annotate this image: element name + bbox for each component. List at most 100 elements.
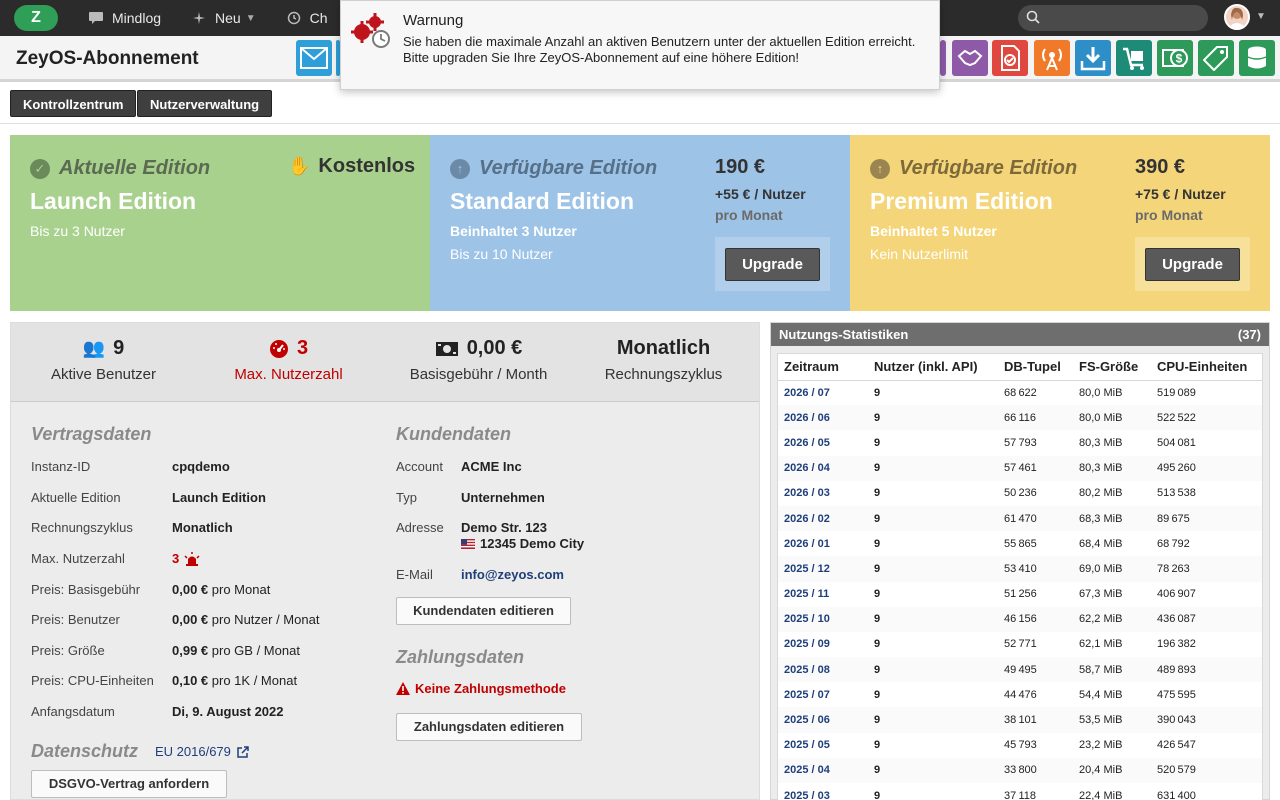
cart-icon[interactable] xyxy=(1116,40,1152,76)
stat-label: Basisgebühr / Month xyxy=(409,366,548,383)
table-row[interactable]: 2025 / 12 9 53 410 69,0 MiB 78 263 xyxy=(778,556,1262,582)
table-row[interactable]: 2025 / 08 9 49 495 58,7 MiB 489 893 xyxy=(778,657,1262,683)
table-row[interactable]: 2025 / 10 9 46 156 62,2 MiB 436 087 xyxy=(778,606,1262,632)
contract-value-max-users: 3 xyxy=(172,551,200,566)
cell-period[interactable]: 2026 / 07 xyxy=(778,380,868,405)
cell-period[interactable]: 2025 / 12 xyxy=(778,556,868,582)
customer-address-city-label: 12345 Demo City xyxy=(480,536,585,551)
cell-db-tuples: 52 771 xyxy=(1004,638,1037,651)
cell-period[interactable]: 2025 / 04 xyxy=(778,757,868,783)
cell-period[interactable]: 2026 / 06 xyxy=(778,405,868,431)
price-tag-icon[interactable] xyxy=(1198,40,1234,76)
column-header[interactable]: FS-Größe xyxy=(1073,354,1151,381)
money-icon[interactable]: $ xyxy=(1157,40,1193,76)
nav-mindlog[interactable]: Mindlog xyxy=(88,10,161,26)
table-row[interactable]: 2025 / 03 9 37 118 22,4 MiB 631 400 xyxy=(778,783,1262,800)
cell-period[interactable]: 2026 / 03 xyxy=(778,481,868,506)
usage-table-container[interactable]: Zeitraum Nutzer (inkl. API) DB-Tupel FS-… xyxy=(777,353,1263,800)
cell-period[interactable]: 2026 / 05 xyxy=(778,430,868,455)
cell-period[interactable]: 2025 / 03 xyxy=(778,783,868,800)
cell-users: 9 xyxy=(868,757,998,783)
avatar[interactable] xyxy=(1224,4,1250,30)
table-row[interactable]: 2026 / 04 9 57 461 80,3 MiB 495 260 xyxy=(778,455,1262,481)
nav-history-label: Ch xyxy=(309,10,328,26)
table-row[interactable]: 2025 / 06 9 38 101 53,5 MiB 390 043 xyxy=(778,707,1262,733)
notification-message: Sie haben die maximale Anzahl an aktiven… xyxy=(403,34,923,66)
edit-customer-data-button[interactable]: Kundendaten editieren xyxy=(396,597,571,625)
nav-history[interactable]: Ch xyxy=(286,10,328,26)
stat-billing-cycle: Monatlich Rechnungszyklus xyxy=(571,337,756,383)
control-center-button[interactable]: Kontrollzentrum xyxy=(10,90,137,117)
banknote-icon xyxy=(435,341,458,356)
table-row[interactable]: 2026 / 06 9 66 116 80,0 MiB 522 522 xyxy=(778,405,1262,431)
upgrade-button-container: Upgrade xyxy=(715,237,830,291)
cell-period[interactable]: 2026 / 01 xyxy=(778,531,868,556)
customer-email-link[interactable]: info@zeyos.com xyxy=(461,567,564,582)
edition-subtitle-label: Verfügbare Edition xyxy=(899,157,1078,179)
contract-value: Monatlich xyxy=(172,520,233,535)
table-row[interactable]: 2025 / 09 9 52 771 62,1 MiB 196 382 xyxy=(778,632,1262,657)
upgrade-premium-button[interactable]: Upgrade xyxy=(1145,248,1240,281)
contract-value: Di, 9. August 2022 xyxy=(172,704,284,719)
table-row[interactable]: 2025 / 05 9 45 793 23,2 MiB 426 547 xyxy=(778,733,1262,758)
notification-message-line: Sie haben die maximale Anzahl an aktiven… xyxy=(403,34,916,49)
document-check-icon[interactable] xyxy=(992,40,1028,76)
column-header[interactable]: Zeitraum xyxy=(778,354,868,381)
database-icon[interactable] xyxy=(1239,40,1275,76)
request-gdpr-contract-button[interactable]: DSGVO-Vertrag anfordern xyxy=(31,770,227,798)
contract-value: Launch Edition xyxy=(172,490,266,505)
cell-cpu-units: 78 263 xyxy=(1151,556,1262,582)
contract-key: Preis: CPU-Einheiten xyxy=(31,673,154,688)
download-icon[interactable] xyxy=(1075,40,1111,76)
edit-payment-data-button[interactable]: Zahlungsdaten editieren xyxy=(396,713,582,741)
handshake-icon[interactable] xyxy=(952,40,988,76)
gdpr-link-label: EU 2016/679 xyxy=(155,744,231,759)
edition-card-subtitle: ✓ Aktuelle Edition xyxy=(30,157,210,180)
search-input[interactable] xyxy=(1018,5,1208,31)
contract-value-row: 0,10 € pro 1K / Monat xyxy=(172,673,297,688)
user-management-button[interactable]: Nutzerverwaltung xyxy=(137,90,273,117)
contract-value-row: 0,00 € pro Nutzer / Monat xyxy=(172,612,319,627)
cell-period[interactable]: 2025 / 07 xyxy=(778,682,868,707)
cell-users: 9 xyxy=(874,638,881,651)
column-header[interactable]: DB-Tupel xyxy=(998,354,1073,381)
column-header[interactable]: CPU-Einheiten xyxy=(1151,354,1262,381)
table-row[interactable]: 2026 / 01 9 55 865 68,4 MiB 68 792 xyxy=(778,531,1262,556)
cell-users: 9 xyxy=(874,386,881,399)
cell-period[interactable]: 2026 / 04 xyxy=(778,455,868,481)
cell-cpu-units: 520 579 xyxy=(1151,757,1262,783)
table-row[interactable]: 2026 / 02 9 61 470 68,3 MiB 89 675 xyxy=(778,505,1262,532)
table-row[interactable]: 2025 / 07 9 44 476 54,4 MiB 475 595 xyxy=(778,682,1262,707)
nav-new[interactable]: Neu ▼ xyxy=(191,10,256,26)
warning-triangle-icon xyxy=(396,682,410,695)
avatar-chevron-down-icon[interactable]: ▼ xyxy=(1256,11,1266,22)
table-row[interactable]: 2026 / 05 9 57 793 80,3 MiB 504 081 xyxy=(778,430,1262,455)
cell-period[interactable]: 2026 / 02 xyxy=(778,505,868,532)
customer-address-line: Demo Str. 123 xyxy=(461,520,547,535)
warning-notification[interactable]: Warnung Sie haben die maximale Anzahl an… xyxy=(340,0,940,90)
cell-period[interactable]: 2025 / 10 xyxy=(778,606,868,632)
cell-period[interactable]: 2025 / 05 xyxy=(778,733,868,758)
table-row[interactable]: 2025 / 04 9 33 800 20,4 MiB 520 579 xyxy=(778,757,1262,783)
svg-text:$: $ xyxy=(1176,52,1183,66)
upgrade-standard-button[interactable]: Upgrade xyxy=(725,248,820,281)
cell-fs-size: 53,5 MiB xyxy=(1073,707,1151,733)
zeyos-logo-icon[interactable]: Z xyxy=(14,5,58,31)
column-header[interactable]: Nutzer (inkl. API) xyxy=(868,354,998,381)
cell-period[interactable]: 2025 / 09 xyxy=(778,632,868,657)
cell-db-tuples: 57 461 xyxy=(998,455,1073,481)
table-row[interactable]: 2025 / 11 9 51 256 67,3 MiB 406 907 xyxy=(778,582,1262,607)
edition-card-subtitle: ↑ Verfügbare Edition xyxy=(870,157,1077,180)
cell-users: 9 xyxy=(868,505,998,532)
cell-period[interactable]: 2025 / 11 xyxy=(778,582,868,607)
broadcast-icon[interactable] xyxy=(1034,40,1070,76)
cell-fs-size: 62,2 MiB xyxy=(1073,606,1151,632)
app-purple-icon[interactable] xyxy=(940,40,946,76)
table-row[interactable]: 2026 / 03 9 50 236 80,2 MiB 513 538 xyxy=(778,481,1262,506)
gdpr-link[interactable]: EU 2016/679 xyxy=(155,744,249,759)
cell-period[interactable]: 2025 / 06 xyxy=(778,707,868,733)
table-row[interactable]: 2026 / 07 9 68 622 80,0 MiB 519 089 xyxy=(778,380,1262,405)
cell-period[interactable]: 2025 / 08 xyxy=(778,657,868,683)
cell-users: 9 xyxy=(874,487,881,500)
mail-icon[interactable] xyxy=(296,40,332,76)
